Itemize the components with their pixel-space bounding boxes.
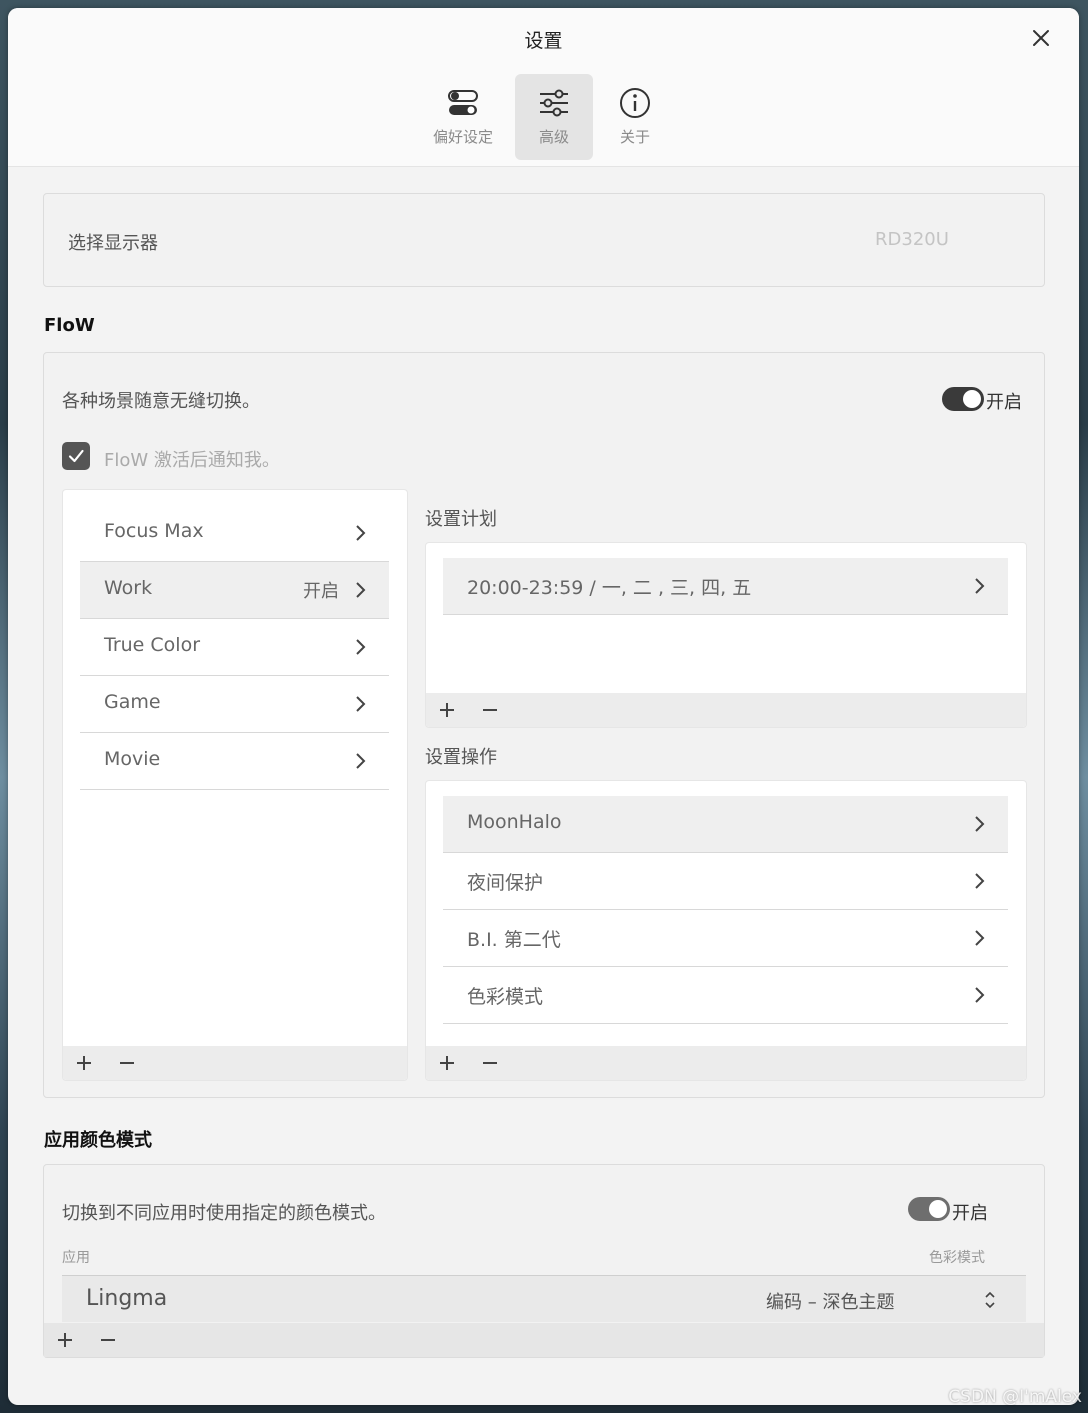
plus-icon	[58, 1333, 72, 1347]
tab-advanced-label: 高级	[538, 128, 569, 146]
minus-icon	[101, 1339, 115, 1341]
tab-about[interactable]: 关于	[596, 74, 674, 160]
plus-icon	[440, 703, 454, 717]
toggles-icon	[448, 90, 478, 115]
add-action-button[interactable]	[434, 1050, 460, 1076]
info-icon	[620, 88, 650, 118]
column-header-app: 应用	[62, 1250, 90, 1266]
column-header-mode: 色彩模式	[929, 1250, 985, 1266]
plus-icon	[440, 1056, 454, 1070]
monitor-value[interactable]: RD320U	[875, 229, 949, 250]
scene-label: Game	[104, 691, 161, 713]
list-item-moonhalo[interactable]: MoonHalo	[443, 796, 1008, 853]
flow-notify-label: FloW 激活后通知我。	[104, 450, 280, 471]
scene-status: 开启	[303, 581, 339, 602]
actions-heading: 设置操作	[425, 747, 497, 768]
add-schedule-button[interactable]	[434, 697, 460, 723]
schedule-list: 20:00-23:59 / 一, 二 , 三, 四, 五	[425, 542, 1027, 728]
tab-advanced[interactable]: 高级	[515, 74, 593, 160]
settings-window: 设置 偏好设定 高级 关于 选择显示器 RD320U FloW 各种场景随意无缝…	[8, 8, 1079, 1405]
action-label: B.I. 第二代	[467, 929, 561, 951]
list-item-night-protect[interactable]: 夜间保护	[443, 853, 1008, 910]
tab-preferences-label: 偏好设定	[432, 128, 493, 146]
remove-schedule-button[interactable]	[477, 697, 503, 723]
close-button[interactable]	[1025, 22, 1057, 54]
chevron-right-icon	[356, 582, 366, 598]
list-item-game[interactable]: Game	[80, 676, 389, 733]
list-item-bi-gen2[interactable]: B.I. 第二代	[443, 910, 1008, 967]
checkmark-icon	[68, 449, 84, 463]
window-title: 设置	[524, 30, 563, 52]
chevron-right-icon	[356, 696, 366, 712]
scene-label: Focus Max	[104, 520, 204, 542]
chevron-right-icon	[975, 987, 985, 1003]
minus-icon	[120, 1062, 134, 1064]
action-label: 色彩模式	[467, 986, 544, 1008]
flow-description: 各种场景随意无缝切换。	[62, 391, 260, 412]
remove-scene-button[interactable]	[114, 1050, 140, 1076]
list-item-color-mode[interactable]: 色彩模式	[443, 967, 1008, 1024]
action-list: MoonHalo 夜间保护 B.I. 第二代 色彩模式	[425, 780, 1027, 1081]
add-scene-button[interactable]	[71, 1050, 97, 1076]
updown-chevron-icon	[985, 1291, 995, 1309]
app-color-description: 切换到不同应用时使用指定的颜色模式。	[62, 1203, 386, 1224]
list-item-work[interactable]: Work 开启	[80, 562, 389, 619]
plus-icon	[77, 1056, 91, 1070]
flow-toggle-label: 开启	[986, 392, 1022, 413]
schedule-item[interactable]: 20:00-23:59 / 一, 二 , 三, 四, 五	[443, 558, 1008, 615]
chevron-right-icon	[356, 753, 366, 769]
scene-list-footer	[63, 1046, 407, 1080]
scene-label: True Color	[104, 634, 201, 656]
remove-action-button[interactable]	[477, 1050, 503, 1076]
schedule-heading: 设置计划	[425, 509, 497, 530]
action-label: MoonHalo	[467, 811, 562, 833]
schedule-label: 20:00-23:59 / 一, 二 , 三, 四, 五	[467, 577, 752, 599]
app-color-toggle[interactable]	[908, 1197, 950, 1221]
scene-label: Work	[104, 577, 153, 599]
color-mode-select[interactable]: 编码 – 深色主题	[766, 1288, 894, 1314]
flow-panel: 各种场景随意无缝切换。 开启 FloW 激活后通知我。 Focus Max Wo…	[43, 352, 1045, 1098]
tab-bar: 偏好设定 高级 关于	[8, 70, 1079, 167]
flow-notify-checkbox[interactable]	[62, 442, 90, 470]
flow-heading: FloW	[44, 315, 95, 336]
list-item-focus-max[interactable]: Focus Max	[80, 505, 389, 562]
remove-app-button[interactable]	[95, 1327, 121, 1353]
flow-toggle[interactable]	[942, 387, 984, 411]
tab-preferences[interactable]: 偏好设定	[424, 74, 502, 160]
list-item-movie[interactable]: Movie	[80, 733, 389, 790]
scene-list: Focus Max Work 开启 True Color Game Movie	[62, 489, 408, 1081]
chevron-right-icon	[975, 816, 985, 832]
list-item-true-color[interactable]: True Color	[80, 619, 389, 676]
chevron-right-icon	[356, 525, 366, 541]
app-color-toggle-label: 开启	[952, 1203, 988, 1224]
app-name: Lingma	[86, 1286, 168, 1311]
app-color-heading: 应用颜色模式	[44, 1130, 152, 1151]
add-app-button[interactable]	[52, 1327, 78, 1353]
table-row[interactable]: Lingma 编码 – 深色主题	[62, 1275, 1026, 1322]
chevron-right-icon	[356, 639, 366, 655]
chevron-right-icon	[975, 873, 985, 889]
close-icon	[1033, 30, 1049, 46]
chevron-right-icon	[975, 578, 985, 594]
minus-icon	[483, 709, 497, 711]
action-list-footer	[426, 1046, 1026, 1080]
minus-icon	[483, 1062, 497, 1064]
sliders-icon	[540, 89, 568, 117]
monitor-selector[interactable]: 选择显示器 RD320U	[43, 193, 1045, 287]
schedule-list-footer	[426, 693, 1026, 727]
scene-label: Movie	[104, 748, 161, 770]
app-color-panel: 切换到不同应用时使用指定的颜色模式。 开启 应用 色彩模式 Lingma 编码 …	[43, 1164, 1045, 1358]
title-bar: 设置	[8, 8, 1079, 70]
monitor-label: 选择显示器	[68, 233, 158, 254]
tab-about-label: 关于	[619, 128, 650, 146]
app-list-footer	[44, 1323, 1044, 1357]
action-label: 夜间保护	[467, 872, 544, 894]
chevron-right-icon	[975, 930, 985, 946]
watermark: CSDN @I'mAlex	[948, 1387, 1082, 1407]
